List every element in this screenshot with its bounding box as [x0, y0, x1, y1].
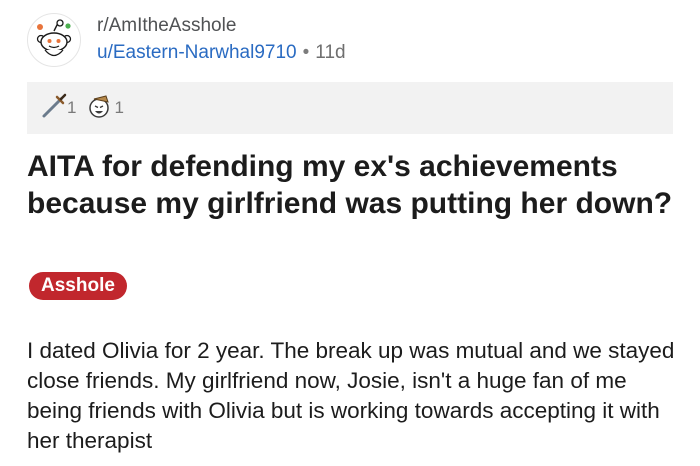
- separator-dot: •: [302, 42, 310, 63]
- post-body: I dated Olivia for 2 year. The break up …: [27, 338, 675, 453]
- award-count: 1: [114, 98, 124, 117]
- laughing-face-award-icon: [86, 93, 114, 124]
- post-header: r/AmItheAsshole u/Eastern-Narwhal9710 • 11…: [27, 10, 346, 70]
- username-link[interactable]: u/Eastern-Narwhal9710: [97, 42, 297, 63]
- award-count: 1: [67, 98, 77, 117]
- award-laughing[interactable]: 1: [86, 93, 124, 124]
- snoo-avatar-icon[interactable]: [27, 13, 81, 67]
- post-flair-badge[interactable]: Asshole: [29, 272, 127, 300]
- dagger-award-icon: [41, 93, 67, 124]
- awards-bar[interactable]: 1 1: [27, 82, 673, 134]
- user-line: u/Eastern-Narwhal9710 • 11d: [97, 40, 346, 66]
- post-age: 11d: [315, 42, 346, 63]
- subreddit-link[interactable]: r/AmItheAsshole: [97, 14, 346, 38]
- post-meta: r/AmItheAsshole u/Eastern-Narwhal9710 • 11…: [97, 14, 346, 66]
- post-title[interactable]: AITA for defending my ex's achievements …: [27, 148, 677, 222]
- award-dagger[interactable]: 1: [41, 93, 76, 124]
